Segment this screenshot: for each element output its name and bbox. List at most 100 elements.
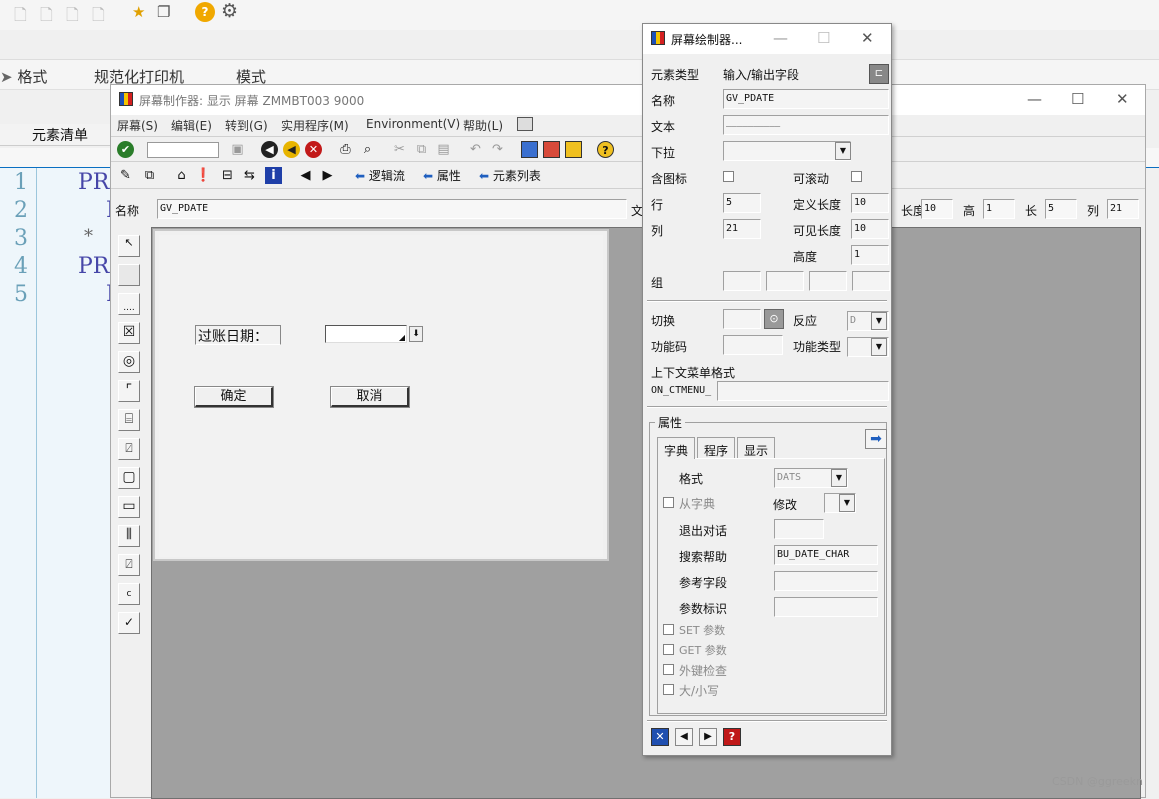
other-object-icon[interactable]: ⧉ [141, 167, 158, 184]
checkbox-tool-icon[interactable]: ☒ [118, 322, 140, 344]
ok-button[interactable]: 确定 [194, 386, 274, 408]
window-blue-icon[interactable] [521, 141, 538, 158]
input-field-tool-icon[interactable]: .... [118, 293, 140, 315]
format-dropdown-icon[interactable]: ▼ [831, 469, 847, 487]
exit-dialog-field[interactable] [774, 519, 824, 539]
menu-format[interactable]: ➤ 格式 [0, 66, 47, 87]
foreign-key-checkbox[interactable] [663, 664, 674, 675]
edit-pencil-icon[interactable]: ✎ [117, 167, 134, 184]
cut-icon[interactable]: ✂ [391, 141, 408, 158]
radio-tool-icon[interactable]: ◎ [118, 351, 140, 373]
tab-program[interactable]: 程序 [697, 437, 736, 459]
where-used-icon[interactable]: ❗ [195, 167, 212, 184]
ref-field-field[interactable] [774, 571, 878, 591]
length-field[interactable]: 5 [1045, 199, 1077, 219]
param-id-field[interactable] [774, 597, 878, 617]
status-icon-tool-icon[interactable]: ✓ [118, 612, 140, 634]
previous-icon[interactable]: ◀ [297, 167, 314, 184]
element-type-icon[interactable]: ⊏ [869, 64, 889, 84]
previous-icon[interactable]: ◀ [675, 728, 693, 746]
settings-gear-icon[interactable]: ⚙ [221, 0, 238, 22]
maximize-button[interactable]: ☐ [1071, 90, 1084, 108]
element-list-button[interactable]: ⬅ 元素列表 [479, 167, 541, 184]
f4-help-icon[interactable]: ⬇ [409, 326, 423, 342]
window-yellow-icon[interactable] [565, 141, 582, 158]
get-param-checkbox[interactable] [663, 644, 674, 655]
save-icon[interactable]: ▣ [229, 141, 246, 158]
deflen-field[interactable]: 10 [851, 193, 889, 213]
from-dict-checkbox[interactable] [663, 497, 674, 508]
menu-help[interactable]: 帮助(L) [463, 117, 503, 134]
new-doc-icon[interactable]: 🗋 [14, 4, 27, 31]
tab-dictionary[interactable]: 字典 [657, 437, 696, 459]
text-field-tool-icon[interactable] [118, 264, 140, 286]
row-field[interactable]: 5 [723, 193, 761, 213]
code-editor[interactable]: 1 2 3 4 5 PRO M * PRO M [0, 168, 129, 798]
command-field[interactable] [147, 142, 219, 158]
text-field[interactable]: __________ [723, 115, 889, 135]
transport-icon[interactable]: ⇆ [241, 167, 258, 184]
close-button[interactable]: ✕ [861, 29, 874, 47]
menu-screen[interactable]: 屏幕(S) [117, 117, 158, 134]
menu-utilities[interactable]: 实用程序(M) [281, 117, 349, 134]
name-field[interactable]: GV_PDATE [723, 89, 889, 109]
vislen-field[interactable]: 10 [851, 219, 889, 239]
fctype-dropdown-icon[interactable]: ▼ [871, 338, 887, 356]
window-icon[interactable]: ❐ [157, 3, 170, 21]
subscreen-tool-icon[interactable]: ▭ [118, 496, 140, 518]
back-icon[interactable]: ◀ [261, 141, 278, 158]
hierarchy-icon[interactable]: ⌂ [173, 167, 190, 184]
fcode-field[interactable] [723, 335, 783, 355]
minimize-button[interactable]: — [773, 29, 788, 47]
exit-icon[interactable]: ◀ [283, 141, 300, 158]
star-window-icon[interactable]: ★ [132, 3, 145, 21]
print-icon[interactable]: ⎙ [337, 141, 354, 158]
col-field[interactable]: 21 [723, 219, 761, 239]
name-field[interactable]: GV_PDATE [157, 199, 627, 219]
copy-icon[interactable]: ⧉ [413, 141, 430, 158]
info-icon[interactable]: i [265, 167, 282, 184]
help-icon[interactable]: ? [597, 141, 614, 158]
undo-icon[interactable]: ↶ [467, 141, 484, 158]
maximize-button[interactable]: ☐ [817, 29, 830, 47]
layout-menu-icon[interactable] [517, 117, 533, 131]
group-field-1[interactable] [723, 271, 761, 291]
with-icon-checkbox[interactable] [723, 171, 734, 182]
group-field-3[interactable] [809, 271, 847, 291]
posting-date-input[interactable]: ◢ [325, 325, 407, 343]
minimize-button[interactable]: — [1027, 90, 1042, 108]
switch-picker-icon[interactable]: ⊙ [764, 309, 784, 329]
next-icon[interactable]: ▶ [319, 167, 336, 184]
search-help-field[interactable]: BU_DATE_CHAR [774, 545, 878, 565]
paste-icon[interactable]: ▤ [435, 141, 452, 158]
dropdown-chevron-icon[interactable]: ▼ [835, 142, 851, 160]
table-wizard-icon[interactable]: ⍁ [118, 554, 140, 576]
menu-environment[interactable]: Environment(V) [366, 117, 460, 131]
close-button[interactable]: ✕ [1116, 90, 1129, 108]
find-icon[interactable]: ⌕ [359, 141, 376, 158]
tab-display[interactable]: 显示 [737, 437, 776, 459]
tabstrip-tool-icon[interactable]: ⌸ [118, 409, 140, 431]
arrow-right-icon[interactable]: ➡ [865, 429, 887, 449]
logic-flow-button[interactable]: ⬅ 逻辑流 [355, 167, 405, 184]
context-menu-field[interactable] [717, 381, 889, 401]
table-control-tool-icon[interactable]: ⫼ [118, 525, 140, 547]
help-icon[interactable]: ? [195, 2, 215, 22]
scrollable-checkbox[interactable] [851, 171, 862, 182]
element-list-tab[interactable]: 元素清单 [32, 125, 88, 145]
attributes-button[interactable]: ⬅ 属性 [423, 167, 461, 184]
cancel-icon[interactable]: ✕ [305, 141, 322, 158]
next-icon[interactable]: ▶ [699, 728, 717, 746]
close-dialog-icon[interactable]: ✕ [651, 728, 669, 746]
group-field-4[interactable] [852, 271, 890, 291]
layout-icon[interactable]: ⊟ [219, 167, 236, 184]
pointer-tool-icon[interactable]: ↖ [118, 235, 140, 257]
tabstrip-wizard-icon[interactable]: ⍁ [118, 438, 140, 460]
dropdown-field[interactable] [723, 141, 851, 161]
custom-control-tool-icon[interactable]: c [118, 583, 140, 605]
switch-field[interactable] [723, 309, 761, 329]
doc-icon[interactable]: 🗋 [40, 4, 53, 31]
help-icon[interactable]: ? [723, 728, 741, 746]
reaction-dropdown-icon[interactable]: ▼ [871, 312, 887, 330]
col-field[interactable]: 21 [1107, 199, 1139, 219]
